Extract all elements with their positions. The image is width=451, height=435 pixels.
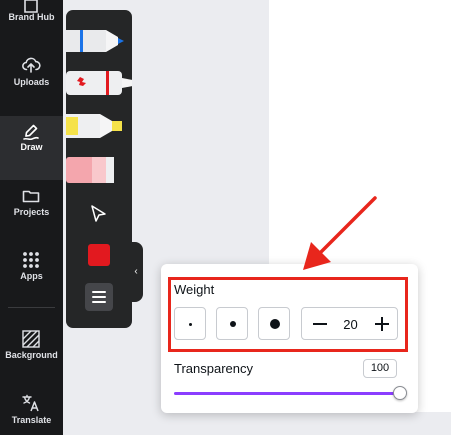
eraser-icon[interactable] bbox=[66, 155, 132, 185]
rail-divider bbox=[8, 307, 55, 308]
rail-label: Draw bbox=[20, 142, 43, 152]
rail-item-brand-hub[interactable]: Brand Hub bbox=[0, 0, 63, 42]
collapse-panel-tab[interactable]: ‹ bbox=[129, 242, 143, 302]
pen-icon[interactable] bbox=[66, 24, 132, 58]
weight-large-button[interactable] bbox=[258, 307, 290, 340]
rail-item-translate[interactable]: Translate bbox=[0, 388, 63, 435]
cloud-upload-icon bbox=[22, 57, 41, 73]
hamburger-menu-icon[interactable] bbox=[85, 283, 113, 311]
background-hatch-icon bbox=[22, 330, 40, 348]
transparency-label: Transparency bbox=[174, 361, 253, 376]
chevron-left-icon: ‹ bbox=[134, 266, 138, 277]
folder-icon bbox=[22, 190, 40, 203]
plus-icon-vertical[interactable] bbox=[381, 317, 383, 331]
cursor-arrow-icon[interactable] bbox=[88, 203, 110, 225]
weight-stepper: 20 bbox=[301, 307, 398, 340]
rail-label: Background bbox=[5, 350, 58, 360]
marker-icon[interactable] bbox=[66, 68, 132, 98]
rail-label: Translate bbox=[11, 415, 52, 425]
weight-value[interactable]: 20 bbox=[332, 317, 369, 332]
rail-item-uploads[interactable]: Uploads bbox=[0, 42, 63, 106]
weight-small-button[interactable] bbox=[174, 307, 206, 340]
current-color-swatch[interactable] bbox=[88, 244, 110, 266]
transparency-value-input[interactable]: 100 bbox=[363, 359, 397, 378]
left-sidebar: Brand Hub Uploads Draw Projects Apps Bac… bbox=[0, 0, 63, 435]
minus-icon[interactable] bbox=[313, 323, 327, 325]
weight-medium-button[interactable] bbox=[216, 307, 248, 340]
draw-icon bbox=[23, 124, 39, 141]
rail-item-apps[interactable]: Apps bbox=[0, 244, 63, 308]
transparency-slider-track[interactable] bbox=[174, 392, 400, 395]
rail-label: Projects bbox=[13, 207, 50, 217]
rail-label: Uploads bbox=[13, 77, 50, 87]
draw-tools-panel bbox=[66, 10, 132, 328]
highlighter-icon[interactable] bbox=[66, 112, 132, 140]
rail-label: Apps bbox=[20, 271, 43, 281]
rail-item-projects[interactable]: Projects bbox=[0, 180, 63, 244]
rail-item-draw[interactable]: Draw bbox=[0, 116, 63, 180]
rail-item-background[interactable]: Background bbox=[0, 323, 63, 387]
brush-settings-popover: Weight 20 Transparency 100 bbox=[161, 264, 418, 413]
transparency-slider-thumb[interactable] bbox=[393, 386, 407, 400]
weight-label: Weight bbox=[174, 282, 215, 297]
translate-icon bbox=[22, 394, 39, 412]
rail-label: Brand Hub bbox=[8, 12, 55, 22]
apps-grid-icon bbox=[23, 252, 39, 268]
